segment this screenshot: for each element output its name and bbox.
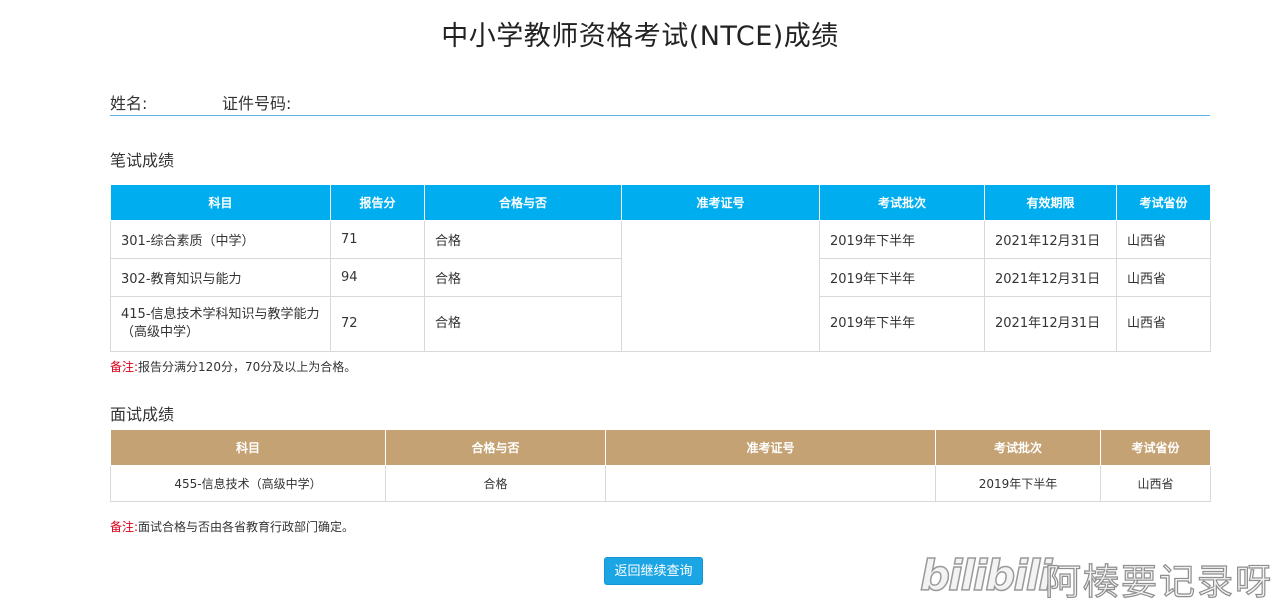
note-text: 报告分满分120分，70分及以上为合格。 <box>138 360 357 374</box>
col-province: 考试省份 <box>1100 429 1211 466</box>
col-batch: 考试批次 <box>935 429 1101 466</box>
table-header-row: 科目 合格与否 准考证号 考试批次 考试省份 <box>110 429 1211 466</box>
pass-cell: 合格 <box>424 220 622 259</box>
exam-number-cell <box>605 465 936 502</box>
col-pass: 合格与否 <box>385 429 606 466</box>
province-cell: 山西省 <box>1116 296 1211 352</box>
province-cell: 山西省 <box>1116 220 1211 259</box>
batch-cell: 2019年下半年 <box>819 258 985 297</box>
oral-note: 备注:面试合格与否由各省教育行政部门确定。 <box>110 518 354 535</box>
pass-cell: 合格 <box>424 296 622 352</box>
subject-cell: 415-信息技术学科知识与教学能力（高级中学） <box>110 296 331 352</box>
col-pass: 合格与否 <box>424 184 622 221</box>
note-text: 面试合格与否由各省教育行政部门确定。 <box>138 520 355 534</box>
exam-number-cell <box>621 220 820 352</box>
back-continue-query-button[interactable]: 返回继续查询 <box>604 557 703 585</box>
bilibili-logo: bilibili <box>919 550 1053 601</box>
col-subject: 科目 <box>110 429 386 466</box>
province-cell: 山西省 <box>1116 258 1211 297</box>
batch-cell: 2019年下半年 <box>819 220 985 259</box>
subject-cell: 301-综合素质（中学） <box>110 220 331 259</box>
col-batch: 考试批次 <box>819 184 985 221</box>
score-cell: 72 <box>330 296 425 352</box>
bilibili-watermark: bilibili 阿楱要记录呀 <box>919 547 1278 602</box>
pass-cell: 合格 <box>385 465 606 502</box>
valid-cell: 2021年12月31日 <box>984 296 1117 352</box>
province-cell: 山西省 <box>1100 465 1211 502</box>
uploader-name: 阿楱要记录呀 <box>1044 561 1274 602</box>
subject-cell: 302-教育知识与能力 <box>110 258 331 297</box>
written-score-table: 科目 报告分 合格与否 准考证号 考试批次 有效期限 考试省份 301-综合素质… <box>110 184 1211 352</box>
valid-cell: 2021年12月31日 <box>984 220 1117 259</box>
written-note: 备注:报告分满分120分，70分及以上为合格。 <box>110 358 356 375</box>
batch-cell: 2019年下半年 <box>935 465 1101 502</box>
batch-cell: 2019年下半年 <box>819 296 985 352</box>
col-valid: 有效期限 <box>984 184 1117 221</box>
note-label: 备注: <box>110 520 139 534</box>
score-cell: 94 <box>330 258 425 297</box>
col-exam-no: 准考证号 <box>621 184 820 221</box>
id-number-label: 证件号码: <box>222 94 292 113</box>
table-row: 455-信息技术（高级中学） 合格 2019年下半年 山西省 <box>110 465 1211 502</box>
col-score: 报告分 <box>330 184 425 221</box>
col-exam-no: 准考证号 <box>605 429 936 466</box>
oral-section-title: 面试成绩 <box>110 405 175 424</box>
pass-cell: 合格 <box>424 258 622 297</box>
page-title: 中小学教师资格考试(NTCE)成绩 <box>441 21 839 52</box>
valid-cell: 2021年12月31日 <box>984 258 1117 297</box>
table-row: 301-综合素质（中学） 71 合格 2019年下半年 2021年12月31日 … <box>110 220 1211 352</box>
oral-score-table: 科目 合格与否 准考证号 考试批次 考试省份 455-信息技术（高级中学） 合格… <box>110 429 1211 502</box>
table-header-row: 科目 报告分 合格与否 准考证号 考试批次 有效期限 考试省份 <box>110 184 1211 221</box>
col-subject: 科目 <box>110 184 331 221</box>
col-province: 考试省份 <box>1116 184 1211 221</box>
name-label: 姓名: <box>110 94 148 113</box>
note-label: 备注: <box>110 360 139 374</box>
score-cell: 71 <box>330 220 425 259</box>
subject-cell: 455-信息技术（高级中学） <box>110 465 386 502</box>
candidate-info: 姓名: 证件号码: <box>110 90 1210 116</box>
written-section-title: 笔试成绩 <box>110 151 175 170</box>
